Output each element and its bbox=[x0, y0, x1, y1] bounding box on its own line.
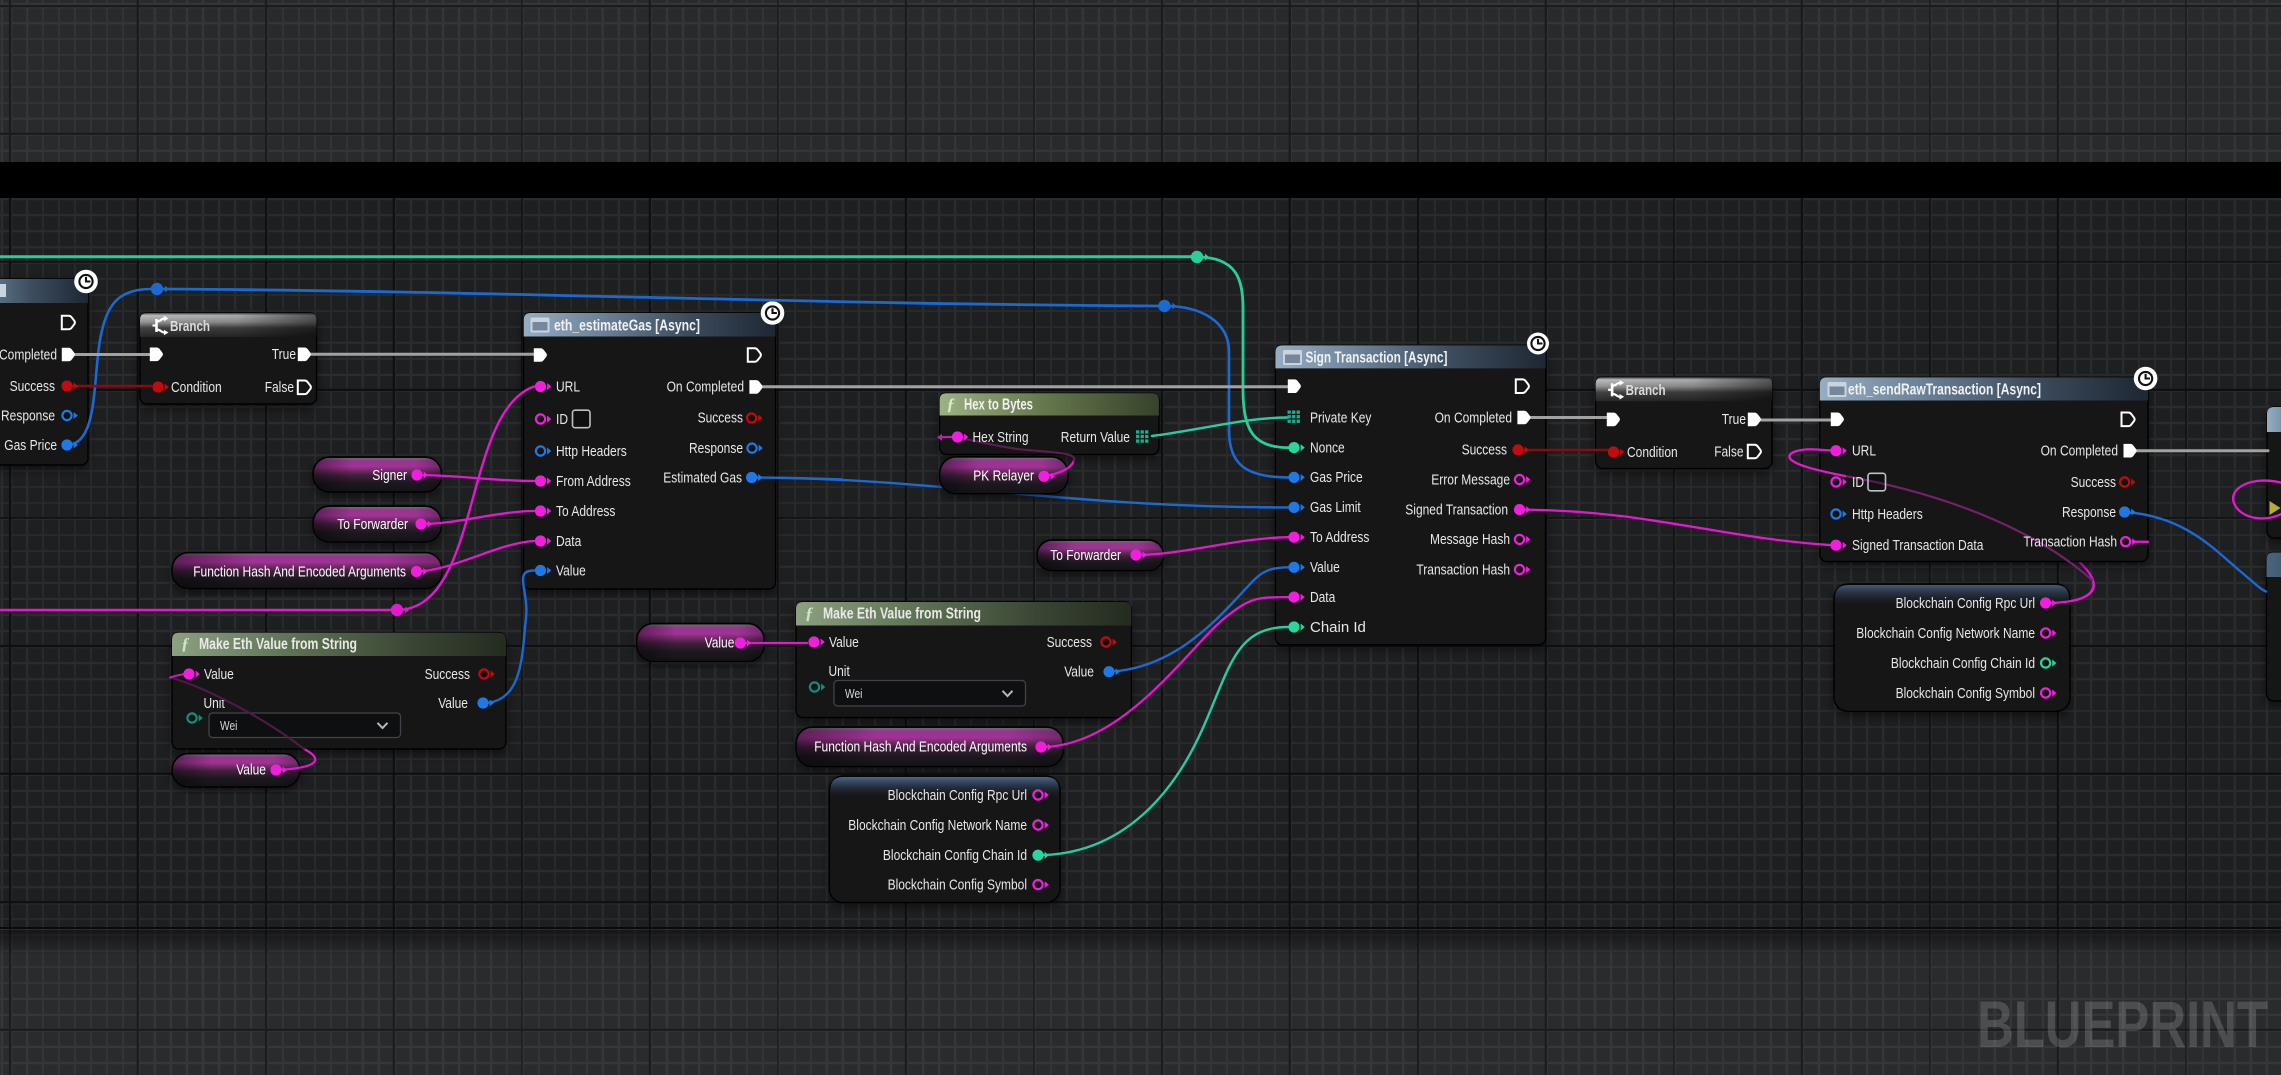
svg-text:Make Eth Value from String: Make Eth Value from String bbox=[199, 636, 357, 653]
svg-text:Function Hash And Encoded Argu: Function Hash And Encoded Arguments bbox=[814, 739, 1027, 756]
svg-text:Hex to Bytes: Hex to Bytes bbox=[964, 397, 1033, 414]
svg-text:To Forwarder: To Forwarder bbox=[337, 516, 408, 533]
svg-text:Value: Value bbox=[236, 762, 266, 779]
svg-text:Success: Success bbox=[1462, 442, 1507, 459]
svg-text:Value: Value bbox=[204, 666, 234, 683]
svg-text:Data: Data bbox=[556, 533, 582, 550]
svg-text:Blockchain Config Chain Id: Blockchain Config Chain Id bbox=[883, 847, 1027, 864]
svg-text:False: False bbox=[1714, 443, 1743, 460]
svg-text:Response: Response bbox=[1, 407, 55, 424]
svg-text:Value: Value bbox=[556, 562, 586, 579]
svg-text:Condition: Condition bbox=[171, 379, 222, 396]
svg-text:Value: Value bbox=[1064, 664, 1094, 681]
svg-text:Hex String: Hex String bbox=[973, 429, 1029, 446]
svg-text:BLUEPRINT: BLUEPRINT bbox=[1977, 988, 2268, 1061]
svg-text:Message Hash: Message Hash bbox=[1430, 531, 1510, 548]
svg-text:Completed: Completed bbox=[0, 346, 57, 363]
svg-text:On Completed: On Completed bbox=[667, 379, 744, 396]
svg-text:Signed Transaction: Signed Transaction bbox=[1405, 501, 1508, 518]
svg-text:PK Relayer: PK Relayer bbox=[973, 468, 1034, 485]
svg-text:Nonce: Nonce bbox=[1310, 439, 1345, 456]
svg-text:ƒ: ƒ bbox=[181, 634, 190, 653]
svg-text:Blockchain Config Chain Id: Blockchain Config Chain Id bbox=[1891, 655, 2035, 672]
svg-text:Blockchain Config Symbol: Blockchain Config Symbol bbox=[888, 876, 1027, 893]
svg-text:ƒ: ƒ bbox=[947, 395, 956, 414]
svg-text:Blockchain Config Symbol: Blockchain Config Symbol bbox=[1896, 685, 2035, 702]
svg-text:To Forwarder: To Forwarder bbox=[1050, 547, 1121, 564]
svg-text:Value: Value bbox=[1310, 559, 1340, 576]
svg-text:Gas Limit: Gas Limit bbox=[1310, 499, 1361, 516]
svg-text:Blockchain Config Network Name: Blockchain Config Network Name bbox=[848, 817, 1027, 834]
svg-text:Signer: Signer bbox=[372, 467, 407, 484]
svg-text:Http Headers: Http Headers bbox=[1852, 506, 1923, 523]
svg-text:ID: ID bbox=[556, 411, 568, 428]
svg-text:Signed Transaction Data: Signed Transaction Data bbox=[1852, 537, 1984, 554]
svg-text:ƒ: ƒ bbox=[805, 604, 814, 623]
svg-text:Success: Success bbox=[698, 410, 743, 427]
svg-text:Success: Success bbox=[2071, 474, 2116, 491]
svg-text:To Address: To Address bbox=[1310, 529, 1369, 546]
svg-text:Wei: Wei bbox=[845, 686, 862, 701]
svg-text:Success: Success bbox=[10, 378, 55, 395]
svg-text:Condition: Condition bbox=[1627, 444, 1678, 461]
svg-text:Make Eth Value from String: Make Eth Value from String bbox=[823, 606, 981, 623]
svg-text:Response: Response bbox=[689, 440, 743, 457]
svg-text:Private Key: Private Key bbox=[1310, 409, 1372, 426]
svg-text:Gas Price: Gas Price bbox=[4, 437, 57, 454]
svg-text:False: False bbox=[265, 379, 294, 396]
svg-text:On Completed: On Completed bbox=[1435, 409, 1512, 426]
svg-text:True: True bbox=[1722, 411, 1746, 428]
svg-text:Data: Data bbox=[1310, 589, 1336, 606]
svg-text:On Completed: On Completed bbox=[2041, 443, 2118, 460]
svg-text:URL: URL bbox=[556, 378, 580, 395]
svg-text:Blockchain Config Rpc Url: Blockchain Config Rpc Url bbox=[888, 787, 1027, 804]
svg-text:Value: Value bbox=[705, 635, 735, 652]
svg-text:Branch: Branch bbox=[1626, 382, 1666, 399]
svg-text:Sign Transaction [Async]: Sign Transaction [Async] bbox=[1306, 350, 1448, 367]
svg-text:Value: Value bbox=[438, 695, 468, 712]
svg-text:Transaction Hash: Transaction Hash bbox=[2023, 534, 2117, 551]
svg-text:URL: URL bbox=[1852, 443, 1876, 460]
svg-text:Blockchain Config Network Name: Blockchain Config Network Name bbox=[1856, 625, 2035, 642]
svg-text:From Address: From Address bbox=[556, 473, 631, 490]
svg-text:Gas Price: Gas Price bbox=[1310, 469, 1363, 486]
svg-text:Success: Success bbox=[425, 666, 470, 683]
svg-text:Function Hash And Encoded Argu: Function Hash And Encoded Arguments bbox=[193, 564, 406, 581]
svg-text:Response: Response bbox=[2062, 504, 2116, 521]
svg-text:Error Message: Error Message bbox=[1431, 471, 1510, 488]
svg-text:To Address: To Address bbox=[556, 503, 615, 520]
svg-text:Unit: Unit bbox=[829, 663, 851, 680]
svg-text:Chain Id: Chain Id bbox=[1310, 619, 1366, 636]
svg-text:Blockchain Config Rpc Url: Blockchain Config Rpc Url bbox=[1896, 595, 2035, 612]
svg-text:Success: Success bbox=[1047, 634, 1092, 651]
svg-text:True: True bbox=[272, 346, 296, 363]
svg-text:eth_estimateGas [Async]: eth_estimateGas [Async] bbox=[554, 318, 700, 335]
svg-text:Return Value: Return Value bbox=[1061, 429, 1130, 446]
svg-text:Value: Value bbox=[829, 634, 859, 651]
svg-text:eth_sendRawTransaction [Async]: eth_sendRawTransaction [Async] bbox=[1848, 382, 2041, 399]
svg-text:Estimated Gas: Estimated Gas bbox=[663, 469, 742, 486]
svg-text:Http Headers: Http Headers bbox=[556, 443, 627, 460]
svg-text:Wei: Wei bbox=[220, 718, 237, 733]
svg-text:ID: ID bbox=[1852, 474, 1864, 491]
svg-text:Transaction Hash: Transaction Hash bbox=[1416, 561, 1510, 578]
svg-text:Branch: Branch bbox=[170, 318, 210, 335]
